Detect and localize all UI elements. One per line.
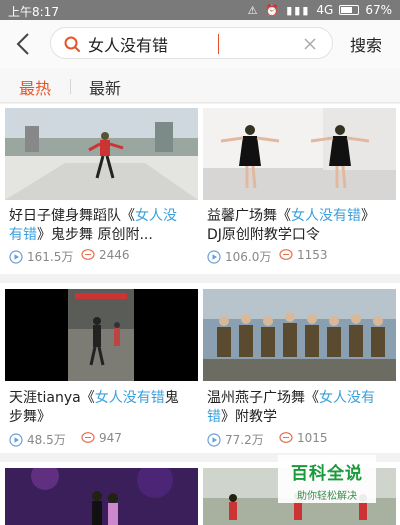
comment-count: 1153 [279, 248, 328, 262]
status-bar: 上午8:17 ⚠ ⏰ ▮▮▮ 4G 67% [0, 0, 400, 20]
tab-new[interactable]: 最新 [89, 75, 121, 99]
battery-percent: 67% [365, 3, 392, 17]
video-thumbnail-image [203, 108, 396, 200]
title-text: 》鬼步舞 原创附... [37, 227, 153, 243]
comment-count: 947 [81, 431, 122, 445]
watermark-main: 百科全说 [291, 464, 363, 484]
video-thumbnail[interactable] [203, 108, 396, 200]
video-stats: 48.5万 947 [9, 431, 194, 447]
comment-count-label: 1153 [297, 248, 328, 262]
play-count-label: 48.5万 [27, 433, 66, 447]
video-thumbnail[interactable] [5, 289, 198, 381]
play-count: 48.5万 [9, 431, 66, 448]
video-stats: 77.2万 1015 [207, 431, 392, 447]
video-stats: 161.5万 2446 [9, 248, 194, 264]
comment-count: 1015 [279, 431, 328, 445]
video-thumbnail-image [5, 468, 198, 525]
title-text: 益馨广场舞《 [207, 208, 291, 224]
video-title[interactable]: 温州燕子广场舞《女人没有错》附教学 [207, 389, 387, 427]
video-thumbnail-image [203, 289, 396, 381]
play-count-label: 106.0万 [225, 250, 272, 264]
play-count-label: 161.5万 [27, 250, 74, 264]
search-button[interactable]: 搜索 [350, 32, 382, 56]
text-caret [218, 34, 219, 54]
play-icon [207, 432, 221, 447]
status-time: 上午8:17 [8, 5, 59, 19]
title-text: 天涯tianya《 [9, 390, 95, 406]
video-card[interactable]: 温州燕子广场舞《女人没有错》附教学 77.2万 1015 [200, 283, 400, 453]
video-card[interactable]: 好日子健身舞蹈队《女人没有错》鬼步舞 原创附... 161.5万 2446 [0, 104, 200, 274]
close-icon[interactable] [302, 36, 318, 52]
video-thumbnail[interactable] [203, 289, 396, 381]
play-count: 161.5万 [9, 248, 73, 265]
video-thumbnail[interactable] [5, 108, 198, 200]
video-stats: 106.0万 1153 [207, 248, 392, 264]
play-icon [9, 432, 23, 447]
title-highlight: 女人没有错 [291, 208, 361, 224]
search-box[interactable] [50, 27, 333, 59]
play-count: 77.2万 [207, 431, 264, 448]
comment-count: 2446 [81, 248, 130, 262]
status-right: ⚠ ⏰ ▮▮▮ 4G 67% [248, 3, 392, 17]
title-text: 温州燕子广场舞《 [207, 390, 319, 406]
search-icon [64, 36, 80, 52]
comment-icon [81, 432, 95, 443]
comment-count-label: 1015 [297, 431, 328, 445]
search-input[interactable] [88, 32, 288, 56]
play-icon [207, 249, 221, 264]
video-title[interactable]: 天涯tianya《女人没有错鬼步舞》 [9, 389, 189, 427]
video-title[interactable]: 益馨广场舞《女人没有错》DJ原创附教学口令 [207, 207, 387, 245]
tab-hot[interactable]: 最热 [19, 75, 51, 99]
chevron-left-icon [16, 33, 29, 55]
status-icons: ⚠ ⏰ ▮▮▮ [247, 3, 311, 17]
title-text: 》附教学 [221, 409, 277, 425]
sort-tabs: 最热 最新 [0, 68, 400, 103]
comment-icon [81, 249, 95, 260]
play-count-label: 77.2万 [225, 433, 264, 447]
video-thumbnail[interactable] [5, 468, 198, 525]
battery-icon [339, 5, 360, 15]
play-icon [9, 249, 23, 264]
search-header: 搜索 [0, 20, 400, 68]
video-title[interactable]: 好日子健身舞蹈队《女人没有错》鬼步舞 原创附... [9, 207, 189, 245]
video-card[interactable]: 天涯tianya《女人没有错鬼步舞》 48.5万 947 [0, 283, 200, 453]
video-thumbnail-image [5, 108, 198, 200]
comment-count-label: 947 [99, 431, 122, 445]
play-count: 106.0万 [207, 248, 271, 265]
watermark-logo: 百科全说 助你轻松解决 [278, 455, 376, 503]
tab-divider [70, 79, 71, 94]
back-button[interactable] [12, 30, 36, 58]
video-card[interactable]: 益馨广场舞《女人没有错》DJ原创附教学口令 106.0万 1153 [200, 104, 400, 274]
watermark-sub: 助你轻松解决 [297, 491, 357, 502]
comment-count-label: 2446 [99, 248, 130, 262]
title-text: 好日子健身舞蹈队《 [9, 208, 135, 224]
comment-icon [279, 432, 293, 443]
video-card[interactable] [0, 462, 200, 525]
comment-icon [279, 249, 293, 260]
video-thumbnail-image [5, 289, 198, 381]
network-label: 4G [316, 3, 334, 17]
title-highlight: 女人没有错 [94, 390, 165, 406]
